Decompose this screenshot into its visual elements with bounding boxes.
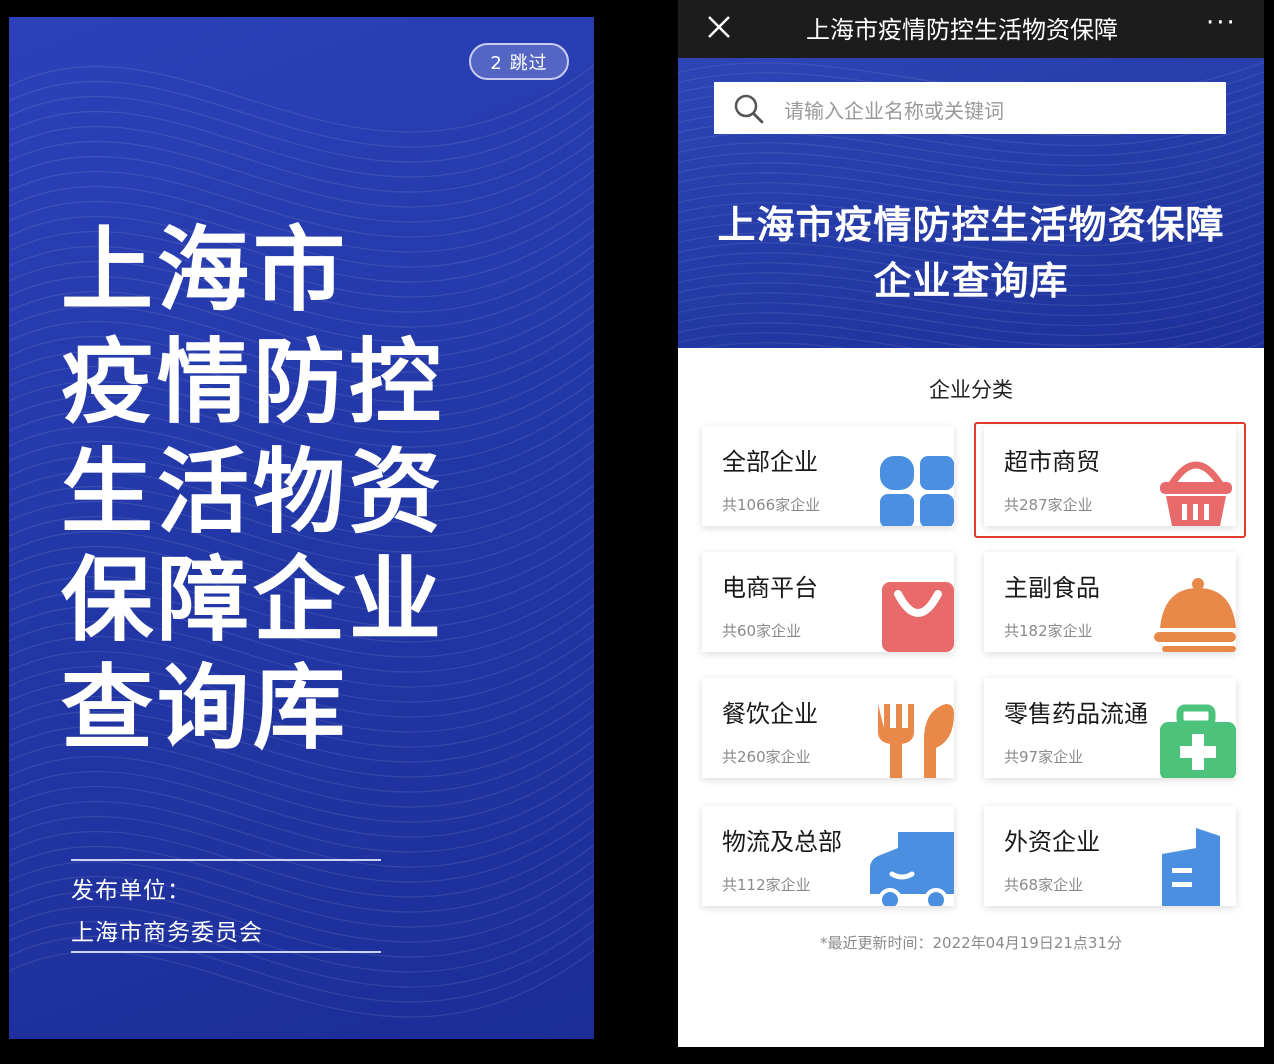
splash-title-line-3: 生活物资 bbox=[61, 439, 446, 546]
splash-title-line-4: 保障企业 bbox=[61, 547, 446, 654]
category-name: 餐饮企业 bbox=[722, 700, 818, 728]
category-name: 零售药品流通 bbox=[1004, 700, 1148, 728]
wave-line bbox=[9, 769, 594, 838]
wave-line bbox=[9, 814, 594, 883]
wave-line bbox=[9, 784, 594, 853]
category-count: 共68家企业 bbox=[1004, 876, 1084, 894]
category-count: 共97家企业 bbox=[1004, 748, 1084, 766]
category-card-pharmacy[interactable]: 零售药品流通 共97家企业 bbox=[984, 678, 1236, 778]
splash-title-line-1: 上海市 bbox=[61, 217, 350, 324]
search-icon bbox=[734, 94, 764, 124]
category-card-foreign[interactable]: 外资企业 共68家企业 bbox=[984, 806, 1236, 906]
category-card-staple-food[interactable]: 主副食品 共182家企业 bbox=[984, 552, 1236, 652]
wave-line bbox=[9, 94, 594, 163]
category-count: 共60家企业 bbox=[722, 622, 802, 640]
category-name: 物流及总部 bbox=[722, 828, 842, 856]
category-name: 主副食品 bbox=[1004, 574, 1100, 602]
category-card-ecommerce[interactable]: 电商平台 共60家企业 bbox=[702, 552, 954, 652]
category-count: 共182家企业 bbox=[1004, 622, 1093, 640]
grid-icon bbox=[880, 456, 954, 526]
wave-line bbox=[9, 799, 594, 868]
category-name: 电商平台 bbox=[722, 574, 818, 602]
category-count: 共1066家企业 bbox=[722, 496, 821, 514]
wave-line bbox=[9, 154, 594, 223]
wave-line bbox=[9, 139, 594, 208]
publisher-divider-top bbox=[71, 859, 381, 861]
category-card-all[interactable]: 全部企业 共1066家企业 bbox=[702, 426, 954, 526]
publisher-label: 发布单位： bbox=[71, 878, 191, 904]
title-bar: 上海市疫情防控生活物资保障 ··· bbox=[678, 0, 1264, 58]
food-cloche-icon bbox=[1154, 578, 1236, 652]
category-count: 共112家企业 bbox=[722, 876, 811, 894]
category-name: 全部企业 bbox=[722, 448, 818, 476]
app-window: 上海市疫情防控生活物资保障 ··· 请输入企业名称或关键词 上海市疫情防控生活物… bbox=[678, 0, 1264, 1047]
close-icon[interactable] bbox=[704, 12, 734, 42]
hero-title-line-1: 上海市疫情防控生活物资保障 bbox=[717, 203, 1225, 247]
selected-category-highlight bbox=[974, 422, 1246, 538]
wave-line bbox=[678, 311, 1264, 347]
wave-line bbox=[678, 141, 1264, 177]
search-input[interactable]: 请输入企业名称或关键词 bbox=[784, 95, 1004, 124]
hero-banner: 请输入企业名称或关键词 上海市疫情防控生活物资保障 企业查询库 bbox=[678, 58, 1264, 348]
skip-button[interactable]: 2 跳过 bbox=[469, 43, 569, 80]
category-section-title: 企业分类 bbox=[929, 378, 1013, 402]
wave-line bbox=[678, 151, 1264, 187]
category-name: 外资企业 bbox=[1004, 828, 1100, 856]
last-updated-text: *最近更新时间：2022年04月19日21点31分 bbox=[819, 934, 1123, 952]
splash-title-line-2: 疫情防控 bbox=[61, 329, 446, 436]
search-bar[interactable]: 请输入企业名称或关键词 bbox=[714, 82, 1226, 134]
fork-knife-icon bbox=[878, 704, 954, 778]
wave-line bbox=[678, 161, 1264, 197]
medical-kit-icon bbox=[1160, 704, 1236, 778]
publisher-divider-bottom bbox=[71, 951, 381, 953]
wave-line bbox=[9, 124, 594, 193]
shopping-bag-icon bbox=[882, 582, 954, 652]
wave-line bbox=[9, 109, 594, 178]
hero-title-line-2: 企业查询库 bbox=[873, 259, 1069, 303]
publisher-name: 上海市商务委员会 bbox=[71, 920, 263, 946]
category-card-logistics[interactable]: 物流及总部 共112家企业 bbox=[702, 806, 954, 906]
truck-icon bbox=[870, 832, 954, 906]
window-title: 上海市疫情防控生活物资保障 bbox=[806, 16, 1118, 44]
splash-title-line-5: 查询库 bbox=[61, 655, 350, 762]
category-card-catering[interactable]: 餐饮企业 共260家企业 bbox=[702, 678, 954, 778]
more-menu-icon[interactable]: ··· bbox=[1206, 8, 1237, 38]
building-icon bbox=[1162, 828, 1220, 906]
splash-screen: 2 跳过 上海市 疫情防控 生活物资 保障企业 查询库 发布单位： 上海市商务委… bbox=[9, 17, 594, 1039]
category-count: 共260家企业 bbox=[722, 748, 811, 766]
